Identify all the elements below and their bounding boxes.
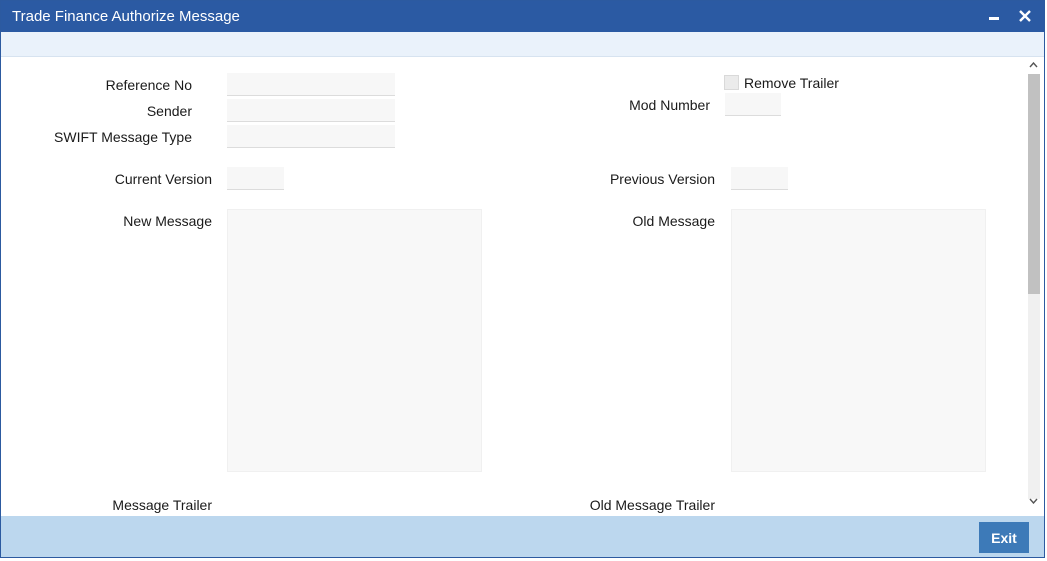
new-message-textarea[interactable] [227, 209, 482, 472]
scroll-down-icon[interactable] [1025, 493, 1042, 509]
scroll-up-icon[interactable] [1025, 57, 1042, 73]
old-message-trailer-label: Old Message Trailer [589, 497, 715, 513]
previous-version-label: Previous Version [609, 171, 715, 187]
old-message-textarea[interactable] [731, 209, 986, 472]
scrollbar-thumb[interactable] [1028, 74, 1040, 294]
minimize-icon[interactable] [986, 7, 1004, 25]
sender-label: Sender [146, 103, 192, 119]
mod-number-label: Mod Number [629, 97, 710, 113]
reference-no-label: Reference No [105, 77, 192, 93]
footer-bar: Exit [1, 516, 1044, 557]
remove-trailer-checkbox[interactable] [724, 75, 739, 90]
current-version-label: Current Version [114, 171, 212, 187]
form-content: Reference No Sender SWIFT Message Type R… [1, 57, 1024, 516]
exit-button[interactable]: Exit [979, 522, 1029, 553]
previous-version-field[interactable] [731, 167, 788, 190]
toolbar-strip [1, 32, 1044, 57]
sender-field[interactable] [227, 99, 395, 122]
title-bar: Trade Finance Authorize Message [1, 1, 1044, 32]
scrollbar-track[interactable] [1028, 74, 1040, 499]
old-message-label: Old Message [632, 213, 715, 229]
authorize-message-window: Trade Finance Authorize Message Referenc… [0, 0, 1045, 558]
remove-trailer-label: Remove Trailer [744, 75, 839, 91]
new-message-label: New Message [123, 213, 212, 229]
current-version-field[interactable] [227, 167, 284, 190]
message-trailer-label: Message Trailer [112, 497, 212, 513]
vertical-scrollbar[interactable] [1025, 57, 1042, 516]
swift-message-type-field[interactable] [227, 125, 395, 148]
swift-message-type-label: SWIFT Message Type [54, 129, 192, 145]
window-title: Trade Finance Authorize Message [12, 8, 240, 25]
close-icon[interactable] [1016, 7, 1034, 25]
reference-no-field[interactable] [227, 73, 395, 96]
mod-number-field[interactable] [725, 93, 781, 116]
